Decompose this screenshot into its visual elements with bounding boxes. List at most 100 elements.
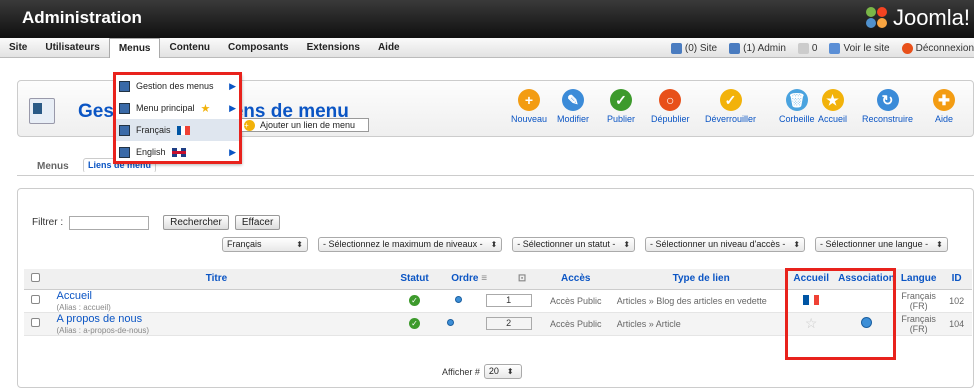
select-value: - Sélectionner un niveau d'accès - — [650, 239, 786, 249]
col-titre[interactable]: Titre — [46, 269, 387, 290]
row-checkbox[interactable] — [30, 318, 40, 327]
screen-icon — [829, 42, 841, 54]
access-cell: Accès Public — [534, 289, 617, 313]
toolbar-label: Publier — [607, 114, 636, 124]
item-title-link[interactable]: A propos de nous — [57, 313, 387, 325]
limit-select[interactable]: 20 ⬍ — [483, 364, 522, 379]
menu-menus[interactable]: Menus — [108, 37, 161, 58]
max-levels-select[interactable]: - Sélectionnez le maximum de niveaux - ⬍ — [318, 237, 503, 252]
order-input[interactable]: 2 — [485, 317, 532, 330]
help-icon: ✚ — [933, 89, 955, 111]
view-site-text: Voir le site — [843, 42, 890, 54]
menu-aide[interactable]: Aide — [369, 38, 409, 58]
id-cell: 104 — [941, 312, 972, 336]
status-cell: ✓ — [386, 289, 443, 313]
menu-contenu[interactable]: Contenu — [160, 38, 219, 58]
search-button[interactable]: Rechercher — [163, 215, 229, 230]
logout-link[interactable]: Déconnexion — [901, 42, 974, 54]
language-filter-select[interactable]: Français ⬍ — [222, 237, 308, 252]
main-menubar: Site Utilisateurs Menus Contenu Composan… — [0, 37, 974, 58]
site-users-text: (0) Site — [684, 42, 718, 54]
item-alias: (Alias : a-propos-de-nous) — [56, 325, 149, 335]
title-cell: A propos de nous (Alias : a-propos-de-nou… — [46, 312, 387, 336]
edit-icon: ✎ — [562, 89, 584, 111]
site-users-status[interactable]: (0) Site — [670, 42, 718, 54]
select-value: - Sélectionner une langue - — [820, 239, 929, 249]
users-icon — [729, 42, 741, 54]
add-menu-link-submenu[interactable]: + Ajouter un lien de menu — [239, 118, 369, 132]
select-arrow-icon: ⬍ — [623, 240, 631, 249]
select-value: - Sélectionner un statut - — [517, 239, 616, 249]
col-ordre[interactable]: Ordre ≡ ⊡ — [442, 269, 535, 290]
row-select-cell — [24, 289, 47, 313]
sort-icon: ≡ — [481, 273, 488, 285]
limit-label: Afficher # — [442, 366, 480, 377]
publish-icon: ✓ — [610, 89, 632, 111]
col-type[interactable]: Type de lien — [616, 269, 786, 290]
home-star-icon: ★ — [821, 89, 844, 111]
rebuild-icon: ↻ — [876, 89, 899, 111]
save-order-icon[interactable]: ⊡ — [518, 273, 526, 284]
order-cell: 1 — [442, 289, 535, 313]
toolbar-checkin-button[interactable]: ✓ Déverrouiller — [705, 89, 756, 124]
access-cell: Accès Public — [534, 312, 617, 336]
menu-composants[interactable]: Composants — [219, 38, 298, 58]
toolbar-new-button[interactable]: + Nouveau — [511, 89, 547, 124]
col-id[interactable]: ID — [941, 269, 972, 290]
menu-extensions[interactable]: Extensions — [298, 38, 369, 58]
published-icon[interactable]: ✓ — [409, 318, 421, 329]
menu-site[interactable]: Site — [0, 38, 36, 58]
view-site-link[interactable]: Voir le site — [829, 42, 890, 54]
title-cell: Accueil (Alias : accueil) — [46, 289, 387, 313]
select-arrow-icon: ⬍ — [793, 240, 801, 249]
toolbar-rebuild-button[interactable]: ↻ Reconstruire — [862, 89, 913, 124]
language-cell: Français (FR) — [896, 312, 942, 336]
toolbar-label: Reconstruire — [862, 114, 914, 124]
col-langue[interactable]: Langue — [896, 269, 942, 290]
order-cell: 2 — [442, 312, 535, 336]
status-cell: ✓ — [386, 312, 443, 336]
item-title-link[interactable]: Accueil — [57, 290, 387, 302]
admin-title: Administration — [22, 8, 142, 27]
messages-status[interactable]: 0 — [797, 42, 818, 54]
select-arrow-icon: ⬍ — [506, 367, 514, 376]
toolbar-trash-button[interactable]: 🗑 Corbeille — [779, 89, 815, 124]
joomla-logo[interactable]: Joomla! — [865, 5, 970, 31]
filter-search-input[interactable] — [69, 215, 150, 230]
order-input[interactable]: 1 — [485, 294, 532, 307]
admin-users-status[interactable]: (1) Admin — [729, 42, 786, 54]
id-cell: 102 — [941, 289, 972, 313]
select-arrow-icon: ⬍ — [490, 240, 498, 249]
row-checkbox[interactable] — [30, 295, 40, 304]
users-icon — [670, 42, 682, 54]
access-select[interactable]: - Sélectionner un niveau d'accès - ⬍ — [645, 237, 806, 252]
unpublish-icon: ○ — [659, 89, 682, 111]
toolbar-unpublish-button[interactable]: ○ Dépublier — [651, 89, 690, 124]
move-up-icon[interactable] — [446, 319, 454, 326]
toolbar-publish-button[interactable]: ✓ Publier — [607, 89, 635, 124]
select-all-checkbox[interactable] — [30, 272, 40, 282]
language-select[interactable]: - Sélectionner une langue - ⬍ — [815, 237, 948, 252]
language-cell: Français (FR) — [896, 289, 942, 313]
type-cell: Articles » Article — [616, 312, 786, 336]
published-icon[interactable]: ✓ — [409, 295, 421, 306]
toolbar-home-star-button[interactable]: ★ Accueil — [818, 89, 847, 124]
toolbar-label: Déverrouiller — [705, 114, 757, 124]
toolbar-label: Corbeille — [779, 114, 815, 124]
col-statut[interactable]: Statut — [386, 269, 443, 290]
status-select[interactable]: - Sélectionner un statut - ⬍ — [512, 237, 636, 252]
move-down-icon[interactable] — [454, 296, 462, 303]
clear-button[interactable]: Effacer — [234, 215, 281, 230]
toolbar-edit-button[interactable]: ✎ Modifier — [557, 89, 589, 124]
row-select-cell — [24, 312, 47, 336]
toolbar-label: Dépublier — [651, 114, 690, 124]
tab-menus[interactable]: Menus — [25, 158, 81, 176]
filter-label: Filtrer : — [32, 217, 64, 228]
messages-count: 0 — [811, 42, 818, 54]
menu-utilisateurs[interactable]: Utilisateurs — [36, 38, 108, 58]
toolbar-help-button[interactable]: ✚ Aide — [933, 89, 955, 124]
select-arrow-icon: ⬍ — [296, 240, 303, 249]
col-acces[interactable]: Accès — [534, 269, 617, 290]
select-value: Français — [227, 239, 262, 249]
limit-value: 20 — [488, 366, 499, 376]
